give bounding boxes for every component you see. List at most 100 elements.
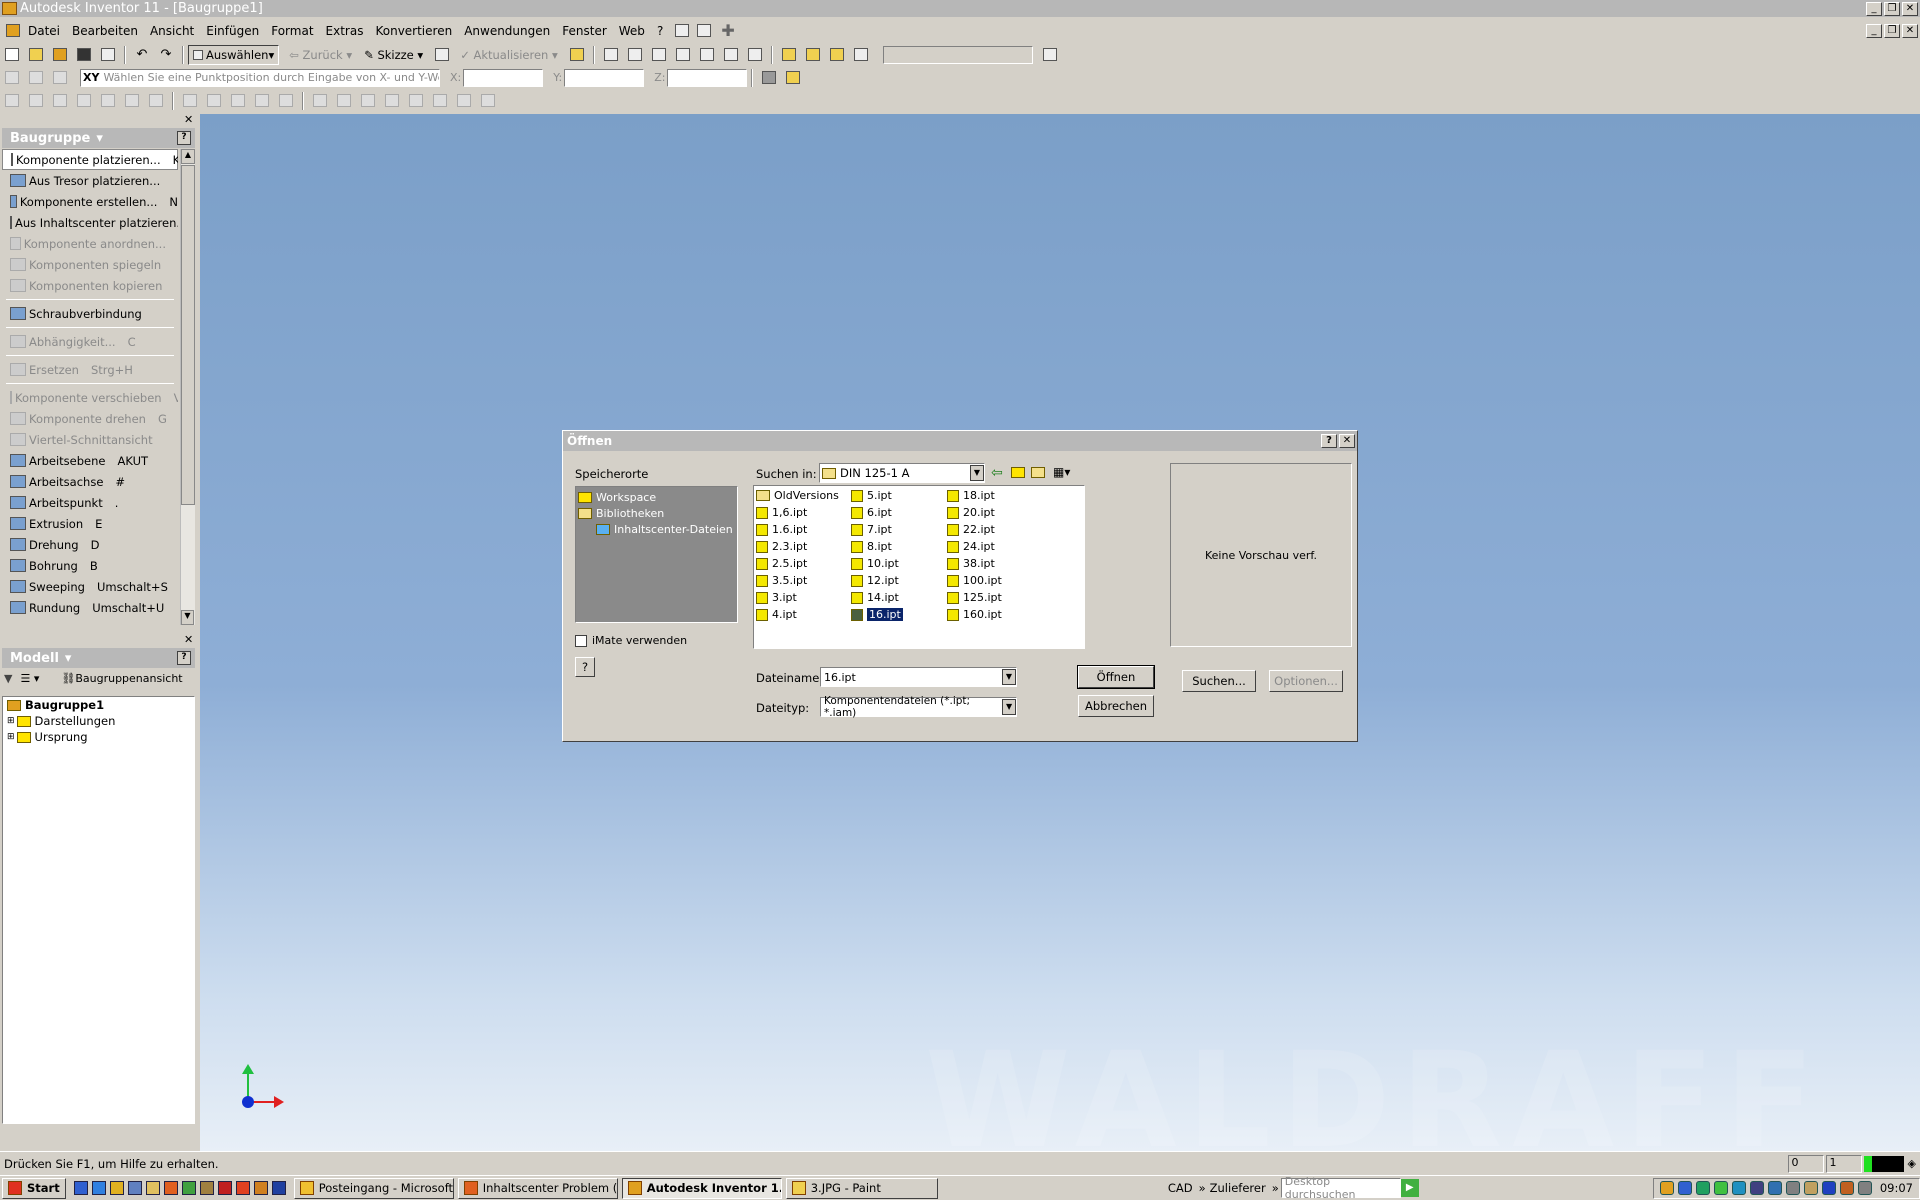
panel-item[interactable]: Drehung D	[2, 534, 178, 555]
browser-close-icon[interactable]: ✕	[184, 633, 193, 646]
quick-launch-4-icon[interactable]	[127, 1181, 142, 1195]
file-item[interactable]: 12.ipt	[851, 572, 947, 589]
select-button[interactable]: Auswählen ▾	[188, 44, 280, 65]
toolbar-zulieferer[interactable]: Zulieferer	[1210, 1181, 1266, 1195]
cancel-button[interactable]: Abbrechen	[1078, 695, 1154, 717]
sketch-tool-10-icon[interactable]	[227, 91, 249, 111]
filetype-arrow-icon[interactable]: ▼	[1002, 699, 1016, 715]
panel-item[interactable]: Komponente verschieben V	[2, 387, 178, 408]
dialog-help-button[interactable]: ?	[1321, 434, 1337, 448]
file-item[interactable]: 4.ipt	[756, 606, 851, 623]
precise-options-icon[interactable]	[758, 68, 780, 88]
quick-launch-6-icon[interactable]	[163, 1181, 178, 1195]
filename-arrow-icon[interactable]: ▼	[1002, 669, 1016, 685]
panel-help-icon[interactable]: ?	[177, 131, 191, 145]
browser-help-icon[interactable]: ?	[177, 651, 191, 665]
panel-item[interactable]: Viertel-Schnittansicht	[2, 429, 178, 450]
whats-this-icon[interactable]	[697, 24, 712, 37]
task-firefox[interactable]: Inhaltscenter Problem (A...	[457, 1177, 618, 1199]
file-item[interactable]: 38.ipt	[947, 555, 1043, 572]
quick-launch-8-icon[interactable]	[199, 1181, 214, 1195]
rotate-icon[interactable]	[720, 45, 742, 65]
file-item[interactable]: 20.ipt	[947, 504, 1043, 521]
new-icon[interactable]	[1, 45, 23, 65]
print-icon[interactable]	[97, 45, 119, 65]
y-input[interactable]	[564, 68, 645, 87]
sketch-tool-16-icon[interactable]	[381, 91, 403, 111]
filename-input[interactable]: 16.ipt ▼	[820, 667, 1017, 687]
start-button[interactable]: Start	[2, 1177, 66, 1199]
doc-restore-button[interactable]: ❐	[1884, 23, 1900, 38]
minimize-button[interactable]: _	[1866, 1, 1882, 16]
quick-launch-9-icon[interactable]	[217, 1181, 232, 1195]
file-item[interactable]: OldVersions	[756, 487, 851, 504]
tray-9-icon[interactable]	[1803, 1181, 1818, 1195]
sketch-tool-5-icon[interactable]	[97, 91, 119, 111]
file-item[interactable]: 18.ipt	[947, 487, 1043, 504]
file-item[interactable]: 2.5.ipt	[756, 555, 851, 572]
doc-close-button[interactable]: ✕	[1902, 23, 1918, 38]
quick-launch-2-icon[interactable]	[91, 1181, 106, 1195]
search-go-icon[interactable]: ▶	[1400, 1179, 1419, 1197]
look-at-icon[interactable]	[744, 45, 766, 65]
menu-fenster[interactable]: Fenster	[556, 24, 613, 38]
tree-root[interactable]: Baugruppe1	[3, 697, 194, 713]
undo-icon[interactable]: ↶	[131, 45, 153, 65]
sketch-tool-17-icon[interactable]	[405, 91, 427, 111]
menu-format[interactable]: Format	[265, 24, 319, 38]
tray-2-icon[interactable]	[1677, 1181, 1692, 1195]
precise-icon-2[interactable]	[25, 68, 47, 88]
toolbar-cad[interactable]: CAD	[1168, 1181, 1193, 1195]
display-mode-icon[interactable]	[778, 45, 800, 65]
file-item[interactable]: 3.ipt	[756, 589, 851, 606]
file-item[interactable]: 2.3.ipt	[756, 538, 851, 555]
file-item[interactable]: 5.ipt	[851, 487, 947, 504]
file-item[interactable]: 16.ipt	[851, 606, 947, 623]
panel-item[interactable]: Abhängigkeit... C	[2, 331, 178, 352]
file-item[interactable]: 100.ipt	[947, 572, 1043, 589]
sketch-tool-1-icon[interactable]	[1, 91, 23, 111]
tray-3-icon[interactable]	[1695, 1181, 1710, 1195]
tray-5-icon[interactable]	[1731, 1181, 1746, 1195]
panel-item[interactable]: Extrusion E	[2, 513, 178, 534]
view-options-icon[interactable]: ☰ ▾	[20, 672, 39, 685]
sketch-tool-6-icon[interactable]	[121, 91, 143, 111]
panel-item[interactable]: Komponente erstellen... N	[2, 191, 178, 212]
file-item[interactable]: 14.ipt	[851, 589, 947, 606]
task-outlook[interactable]: Posteingang - Microsoft ...	[293, 1177, 454, 1199]
sketch-tool-14-icon[interactable]	[333, 91, 355, 111]
tree-node-ursprung[interactable]: ⊞ Ursprung	[3, 729, 194, 745]
panel-item[interactable]: Arbeitsachse #	[2, 471, 178, 492]
file-item[interactable]: 10.ipt	[851, 555, 947, 572]
plus-icon[interactable]: ✚	[721, 21, 734, 40]
panel-item[interactable]: Sweeping Umschalt+S	[2, 576, 178, 597]
tray-4-icon[interactable]	[1713, 1181, 1728, 1195]
scroll-thumb[interactable]	[181, 165, 195, 505]
zoom-all-icon[interactable]	[600, 45, 622, 65]
menu-einfuegen[interactable]: Einfügen	[200, 24, 265, 38]
file-item[interactable]: 160.ipt	[947, 606, 1043, 623]
search-button[interactable]: Suchen...	[1182, 670, 1256, 692]
menu-anwendungen[interactable]: Anwendungen	[458, 24, 556, 38]
scroll-up-arrow-icon[interactable]: ▲	[181, 149, 195, 164]
back-button[interactable]: ⇦ Zurück ▾	[289, 48, 352, 62]
quick-launch-1-icon[interactable]	[73, 1181, 88, 1195]
measure-icon[interactable]	[566, 45, 588, 65]
sketch-tool-15-icon[interactable]	[357, 91, 379, 111]
file-item[interactable]: 8.ipt	[851, 538, 947, 555]
sketch-tool-9-icon[interactable]	[203, 91, 225, 111]
file-item[interactable]: 125.ipt	[947, 589, 1043, 606]
quick-launch-3-icon[interactable]	[109, 1181, 124, 1195]
precise-icon-3[interactable]	[49, 68, 71, 88]
file-item[interactable]: 22.ipt	[947, 521, 1043, 538]
filetype-dropdown[interactable]: Komponentendateien (*.ipt; *.iam) ▼	[820, 695, 1017, 719]
return-icon[interactable]	[431, 45, 453, 65]
file-item[interactable]: 1,6.ipt	[756, 504, 851, 521]
tray-11-icon[interactable]	[1839, 1181, 1854, 1195]
panel-header[interactable]: Baugruppe ▾ ?	[2, 128, 195, 148]
panel-item[interactable]: Schraubverbindung	[2, 303, 178, 324]
place-workspace[interactable]: Workspace	[576, 489, 737, 505]
tree-node-darstellungen[interactable]: ⊞ Darstellungen	[3, 713, 194, 729]
browser-header[interactable]: Modell ▾ ?	[2, 648, 195, 668]
menu-ansicht[interactable]: Ansicht	[144, 24, 200, 38]
